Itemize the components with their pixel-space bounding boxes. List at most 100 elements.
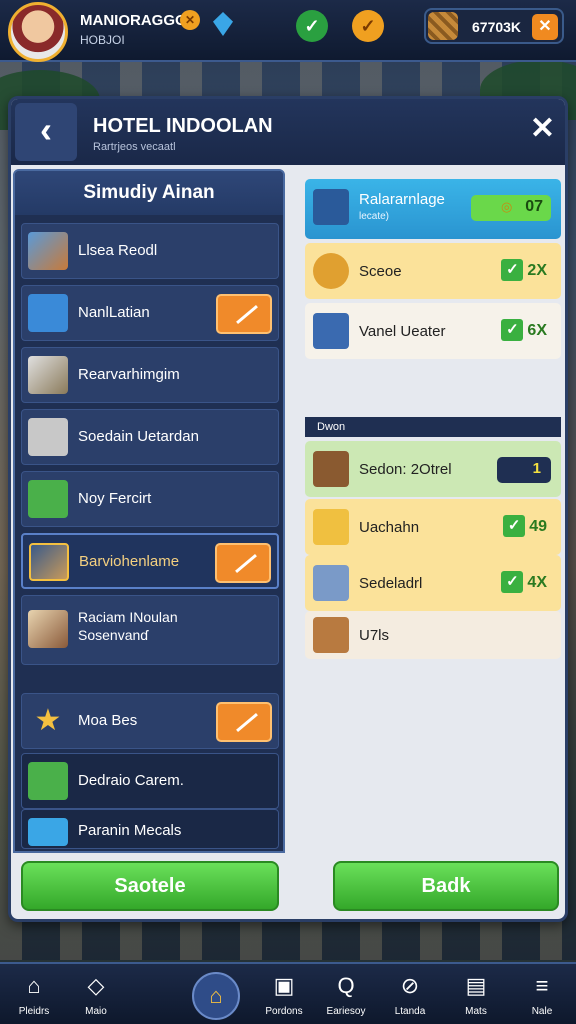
back-button[interactable]: Badk [333, 861, 559, 911]
list-item-sublabel: lecate) [359, 211, 390, 222]
menu-icon: ≡ [535, 973, 549, 998]
nav-item-bag[interactable]: ▤ Mats [446, 964, 506, 1024]
left-list-header: Simudiy Ainan [15, 171, 283, 215]
list-item[interactable]: NanlLatian [21, 285, 279, 341]
coin-button[interactable]: ✓ [352, 10, 384, 42]
player-avatar[interactable] [8, 2, 68, 62]
currency-value: 67703K [472, 19, 522, 35]
nav-label: Mats [465, 1006, 487, 1017]
wood-crate-icon [428, 12, 458, 40]
save-button[interactable]: Saotele [21, 861, 279, 911]
check-icon: ✓ [501, 319, 524, 341]
reward-value: 07 [525, 198, 543, 215]
room-icon [28, 356, 68, 394]
player-id: HOBJOI [80, 33, 125, 47]
gem-icon[interactable] [213, 12, 233, 36]
cup-icon: ▣ [273, 973, 295, 998]
reward-pill: ◎ 07 [471, 195, 551, 221]
list-item[interactable]: Llsea Reodl [21, 223, 279, 279]
machine-icon [28, 418, 68, 456]
panel-title: HOTEL INDOOLAN [93, 115, 273, 137]
cart-icon [313, 617, 349, 653]
list-item-label: Soedain Uetardan [78, 428, 199, 445]
list-item-label: Sceoe [359, 263, 402, 280]
bottom-nav: ⌂ Pleidrs ◇ Maio ⌂ ▣ Pordons Q Eariesoy … [0, 962, 576, 1024]
panel-header: ‹ HOTEL INDOOLAN Rartrjeos vecaatl ✕ [11, 99, 565, 165]
lobby-icon [28, 232, 68, 270]
crystal-icon [28, 818, 68, 846]
list-item-label: Dedraio Carem. [78, 772, 184, 789]
list-item[interactable]: Dedraio Carem. [21, 753, 279, 809]
add-currency-button[interactable]: ✕ [532, 14, 558, 40]
document-icon [28, 294, 68, 332]
list-item[interactable]: Vanel Ueater ✓ 6X [305, 303, 561, 359]
list-item[interactable]: Noy Fercirt [21, 471, 279, 527]
list-item[interactable]: Raciam INoulan Sosenvanɗ [21, 595, 279, 665]
check-icon: ✓ [501, 259, 524, 281]
crates-icon [28, 762, 68, 800]
clock-icon [28, 480, 68, 518]
list-item[interactable]: Paranin Mecals [21, 809, 279, 849]
list-item[interactable]: Ralararnlage lecate) ◎ 07 [305, 179, 561, 239]
panel-subtitle: Rartrjeos vecaatl [93, 141, 176, 153]
edit-button[interactable] [216, 702, 272, 742]
truck-icon [313, 565, 349, 601]
top-bar: MANIORAGGO ✕ HOBJOI ✓ ✓ 67703K ✕ [0, 0, 576, 62]
list-item[interactable]: Rearvarhimgim [21, 347, 279, 403]
coin-icon: ◎ [501, 199, 513, 214]
check-button[interactable]: ✓ [296, 10, 328, 42]
nav-item-search[interactable]: Q Eariesoy [316, 964, 376, 1024]
bedroom-icon [28, 610, 68, 648]
list-item[interactable]: Sedon: 2Otrel 1 [305, 441, 561, 497]
compass-icon: ⊘ [400, 973, 420, 998]
list-item-label: Noy Fercirt [78, 490, 152, 507]
list-item-label: Llsea Reodl [78, 242, 158, 259]
nav-home-gold-icon[interactable]: ⌂ [192, 972, 240, 1020]
hall-icon [29, 543, 69, 581]
list-item-label: Uachahn [359, 519, 420, 536]
nav-item-box[interactable]: ◇ Maio [66, 964, 126, 1024]
list-item-label: Sedeladrl [359, 575, 423, 592]
nav-item-cup[interactable]: ▣ Pordons [254, 964, 314, 1024]
list-item-label: Sedon: 2Otrel [359, 461, 452, 478]
nav-label: Eariesoy [326, 1006, 366, 1017]
list-item-label: Barviohenlame [79, 553, 180, 570]
list-item[interactable]: Sedeladrl ✓ 4X [305, 555, 561, 611]
list-item-label: Raciam INoulan Sosenvanɗ [78, 609, 178, 643]
list-item[interactable]: ★ Moa Bes [21, 693, 279, 749]
list-item[interactable]: Uachahn ✓ 49 [305, 499, 561, 555]
box-icon: ◇ [87, 973, 105, 998]
list-item-label: Paranin Mecals [78, 822, 182, 839]
list-item-label: U7ls [359, 627, 390, 644]
count-pill: 1 [497, 457, 551, 483]
trophy-icon [313, 253, 349, 289]
check-icon: ✓ [501, 571, 524, 593]
list-item[interactable]: U7ls [305, 611, 561, 659]
list-item-label: Moa Bes [78, 712, 138, 729]
list-item-label: Rearvarhimgim [78, 366, 180, 383]
fountain-icon [313, 189, 349, 225]
nav-label: Pordons [265, 1006, 303, 1017]
edit-button[interactable] [215, 543, 271, 583]
nav-label: Pleidrs [18, 1006, 50, 1017]
nav-item-home[interactable]: ⌂ Pleidrs [4, 964, 64, 1024]
list-item[interactable]: Sceoe ✓ 2X [305, 243, 561, 299]
right-list: Ralararnlage lecate) ◎ 07 Sceoe ✓ 2X Vane… [301, 169, 565, 853]
section-header: Dwon [305, 417, 561, 437]
star-icon: ★ [34, 704, 62, 737]
nav-label: Maio [85, 1006, 107, 1017]
nav-item-compass[interactable]: ⊘ Ltanda [380, 964, 440, 1024]
list-item[interactable]: Soedain Uetardan [21, 409, 279, 465]
list-item-label: NanlLatian [78, 304, 150, 321]
edit-button[interactable] [216, 294, 272, 334]
quantity-value: ✓ 4X [501, 571, 547, 595]
nav-label: Nale [531, 1006, 553, 1017]
list-item-selected[interactable]: Barviohenlame [21, 533, 279, 589]
lantern-icon [313, 451, 349, 487]
van-icon [313, 509, 349, 545]
level-badge-icon: ✕ [180, 10, 200, 30]
water-heater-icon [313, 313, 349, 349]
close-icon[interactable]: ✕ [530, 111, 555, 146]
nav-item-menu[interactable]: ≡ Nale [512, 964, 572, 1024]
back-arrow-button[interactable]: ‹ [15, 103, 77, 161]
